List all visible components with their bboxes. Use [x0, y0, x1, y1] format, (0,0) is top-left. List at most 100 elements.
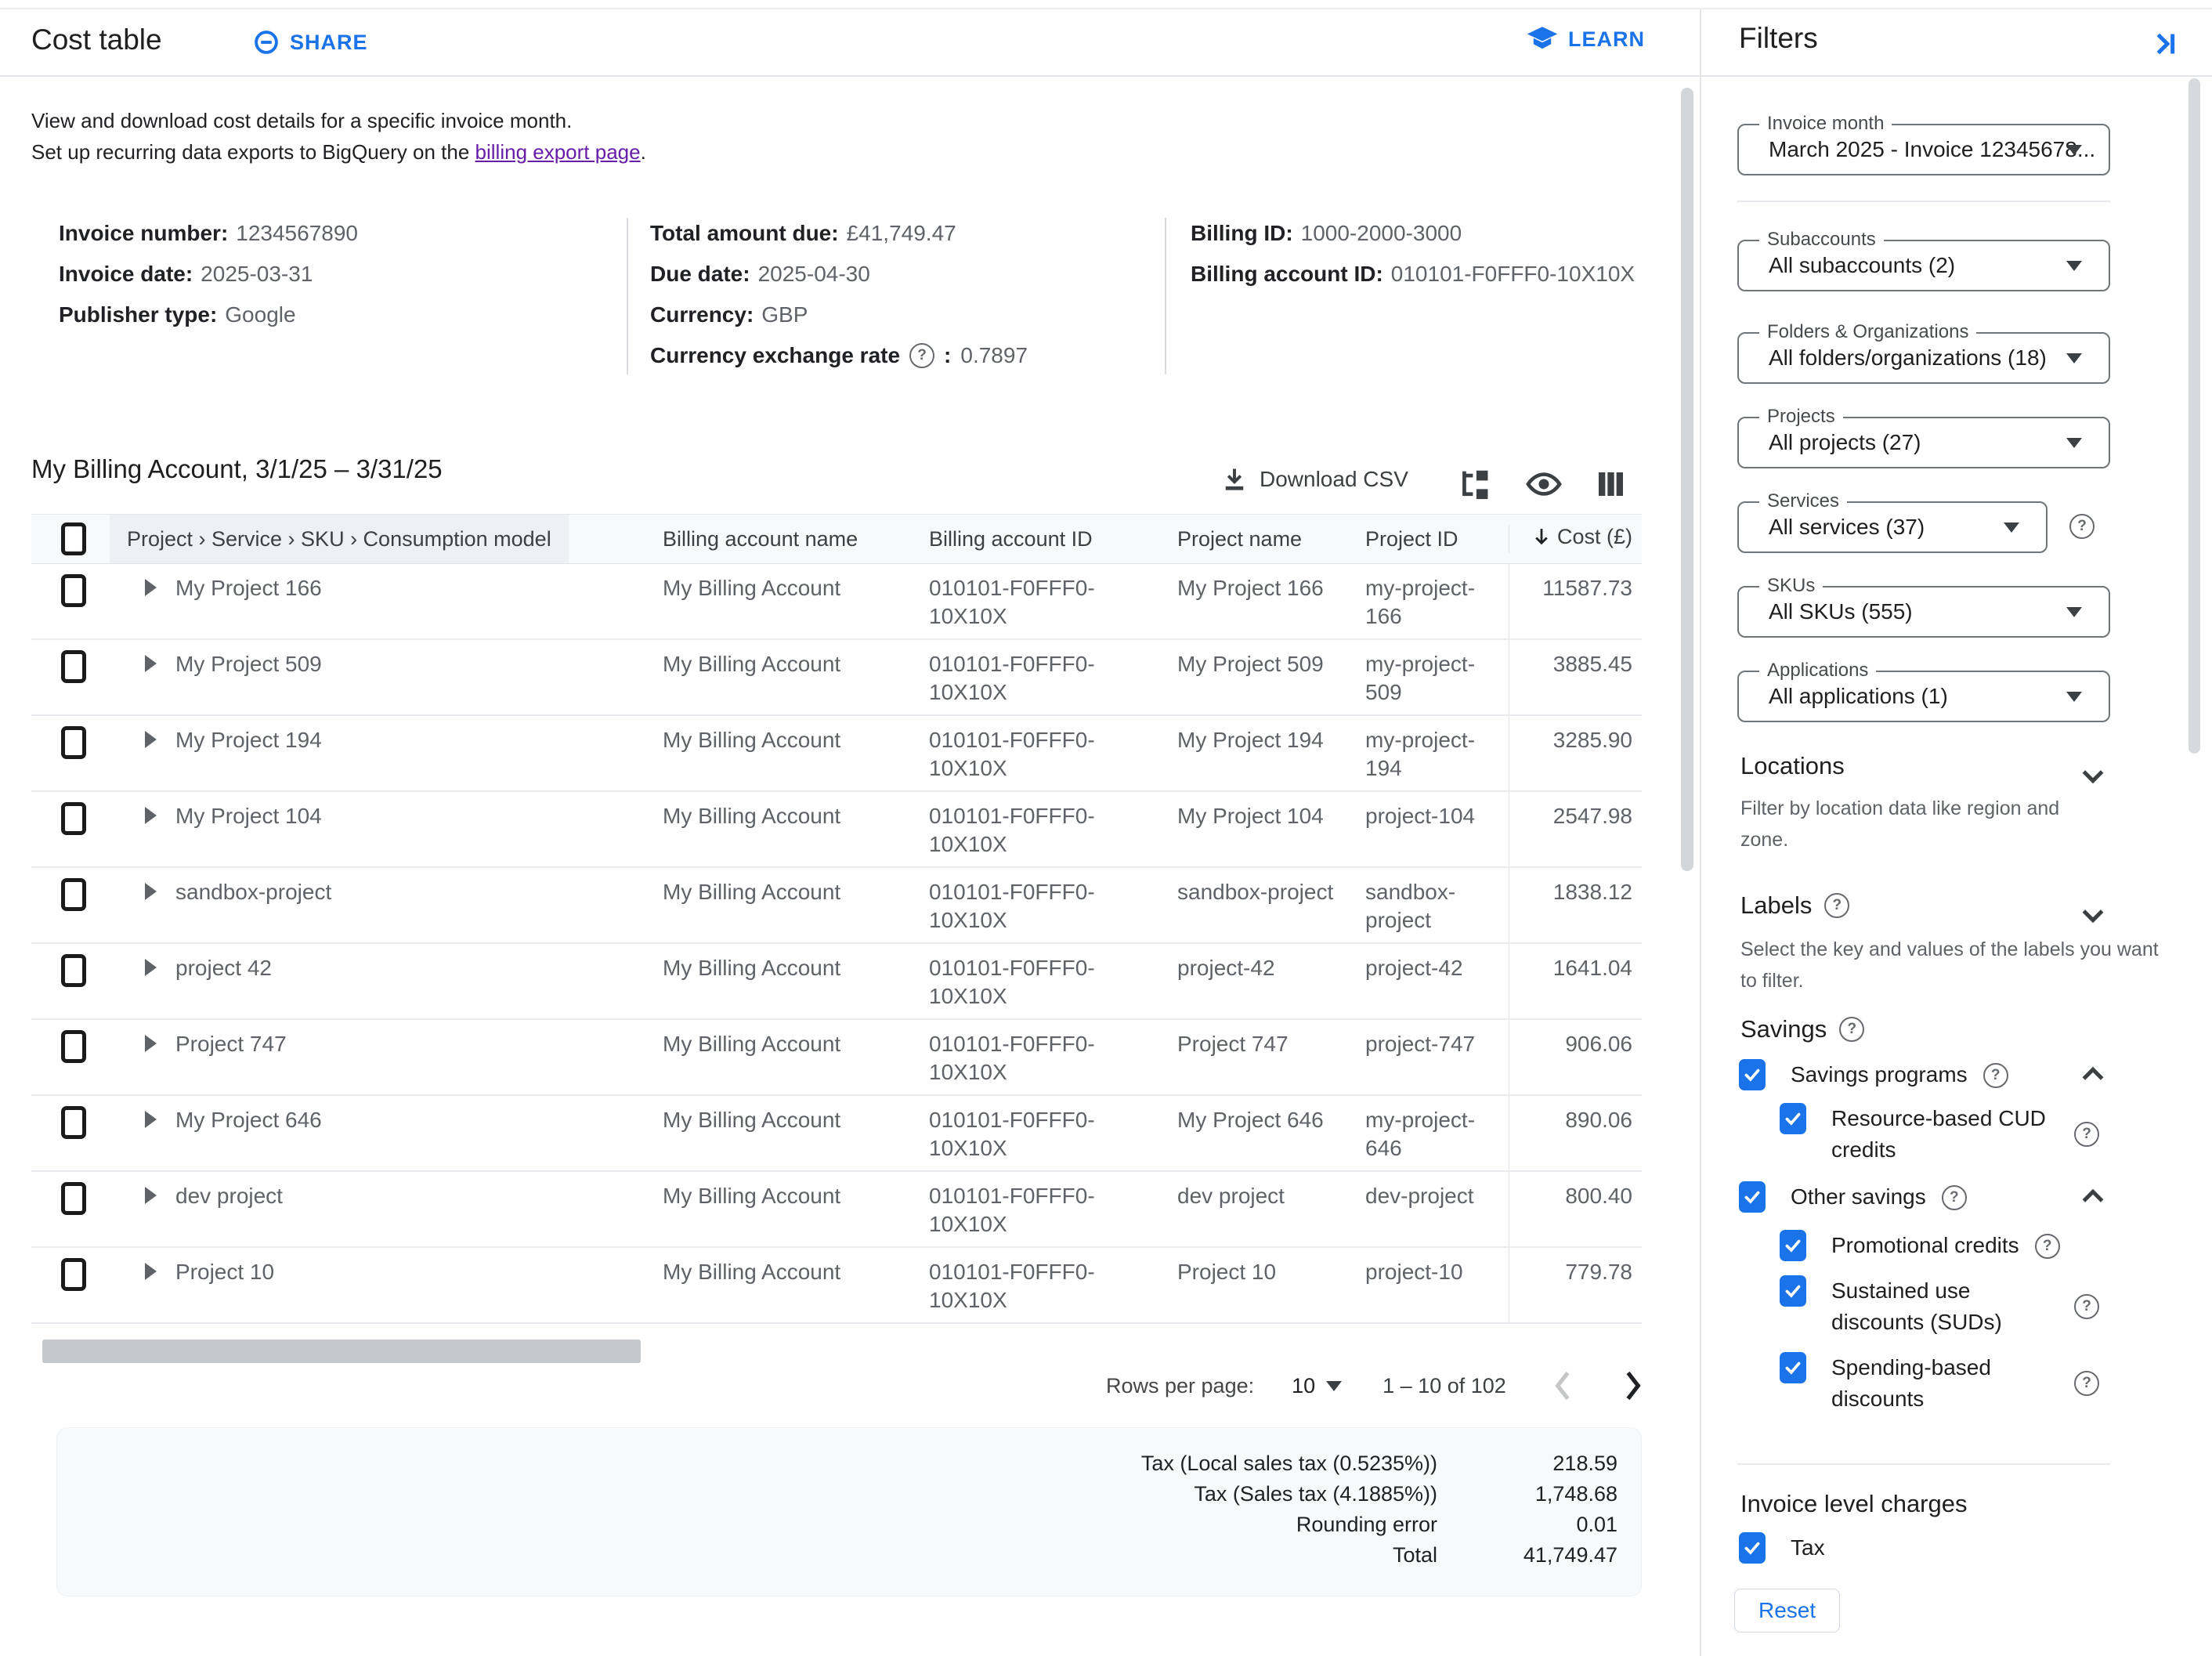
cell-billing-account-name: My Billing Account [663, 1258, 929, 1322]
chevron-up-icon[interactable] [2077, 1059, 2109, 1090]
help-icon[interactable]: ? [909, 343, 934, 368]
chevron-down-icon[interactable] [2077, 760, 2109, 791]
cell-project-group: My Project 646 [175, 1106, 322, 1134]
expand-row-icon[interactable] [145, 883, 157, 900]
share-button[interactable]: SHARE [252, 28, 368, 56]
expand-row-icon[interactable] [145, 1263, 157, 1280]
expand-row-icon[interactable] [145, 807, 157, 824]
filters-divider [1737, 1463, 2110, 1465]
cell-billing-account-name: My Billing Account [663, 878, 929, 942]
invoice-month-value: March 2025 - Invoice 12345678... [1769, 137, 2095, 162]
suds-row: Sustained use discounts (SUDs) [1780, 1275, 2066, 1338]
row-checkbox[interactable] [61, 878, 86, 911]
chevron-down-icon[interactable] [2077, 899, 2109, 931]
flatten-tree-icon[interactable] [1458, 468, 1493, 500]
column-header-project-group[interactable]: Project › Service › SKU › Consumption mo… [110, 515, 663, 563]
cell-project-id: my-project-646 [1365, 1106, 1491, 1162]
main-vertical-scrollbar[interactable] [1681, 88, 1693, 871]
cell-project-id: project-747 [1365, 1030, 1491, 1058]
applications-select[interactable]: Applications All applications (1) [1737, 671, 2110, 722]
folders-organizations-select[interactable]: Folders & Organizations All folders/orga… [1737, 332, 2110, 384]
cell-cost: 3285.90 [1509, 716, 1642, 790]
promotional-credits-checkbox[interactable] [1780, 1230, 1806, 1261]
invoice-month-select[interactable]: Invoice month March 2025 - Invoice 12345… [1737, 124, 2110, 175]
chevron-down-icon [2066, 353, 2082, 363]
row-checkbox[interactable] [61, 1030, 86, 1063]
row-checkbox[interactable] [61, 1258, 86, 1291]
expand-row-icon[interactable] [145, 1187, 157, 1204]
column-header-cost[interactable]: Cost (£) [1509, 525, 1642, 554]
services-select[interactable]: Services All services (37) [1737, 501, 2048, 553]
row-checkbox[interactable] [61, 726, 86, 759]
download-csv-button[interactable]: Download CSV [1220, 465, 1408, 494]
cell-project-name: My Project 509 [1177, 650, 1354, 678]
help-icon[interactable]: ? [1942, 1185, 1967, 1210]
column-header-project-name[interactable]: Project name [1177, 527, 1365, 551]
column-header-project-id[interactable]: Project ID [1365, 527, 1509, 551]
expand-row-icon[interactable] [145, 655, 157, 672]
tax-checkbox[interactable] [1739, 1532, 1766, 1564]
totals-value: 218.59 [1437, 1448, 1617, 1479]
column-settings-icon[interactable] [1595, 468, 1629, 500]
help-icon[interactable]: ? [2074, 1122, 2099, 1147]
help-icon[interactable]: ? [1839, 1017, 1864, 1042]
totals-value: 1,748.68 [1437, 1479, 1617, 1510]
row-checkbox[interactable] [61, 650, 86, 683]
expand-row-icon[interactable] [145, 731, 157, 748]
cell-project-name: dev project [1177, 1182, 1354, 1210]
billing-export-link[interactable]: billing export page [475, 140, 641, 164]
filters-scrollbar[interactable] [2189, 78, 2200, 754]
row-checkbox[interactable] [61, 954, 86, 987]
row-checkbox[interactable] [61, 574, 86, 607]
savings-programs-checkbox[interactable] [1739, 1059, 1766, 1090]
labels-description: Select the key and values of the labels … [1740, 934, 2179, 996]
reset-button[interactable]: Reset [1734, 1589, 1840, 1632]
expand-row-icon[interactable] [145, 959, 157, 976]
promotional-credits-row: Promotional credits ? [1780, 1230, 2060, 1261]
applications-label: Applications [1759, 660, 1876, 682]
projects-select[interactable]: Projects All projects (27) [1737, 417, 2110, 468]
help-icon[interactable]: ? [1824, 893, 1849, 918]
help-icon[interactable]: ? [1983, 1063, 2008, 1088]
suds-checkbox[interactable] [1780, 1275, 1806, 1307]
subaccounts-select[interactable]: Subaccounts All subaccounts (2) [1737, 240, 2110, 291]
cell-project-group: My Project 104 [175, 802, 322, 830]
horizontal-scrollbar[interactable] [42, 1340, 641, 1363]
cell-project-id: project-10 [1365, 1258, 1491, 1286]
spending-discounts-checkbox[interactable] [1780, 1352, 1806, 1383]
visibility-eye-icon[interactable] [1526, 468, 1560, 500]
cell-cost: 2547.98 [1509, 792, 1642, 866]
help-icon[interactable]: ? [2035, 1234, 2060, 1259]
table-row: dev project My Billing Account 010101-F0… [31, 1172, 1642, 1248]
column-header-billing-account-id[interactable]: Billing account ID [929, 527, 1177, 551]
exchange-rate-value: 0.7897 [960, 335, 1028, 376]
skus-select[interactable]: SKUs All SKUs (555) [1737, 586, 2110, 638]
expand-row-icon[interactable] [145, 1035, 157, 1052]
learn-button[interactable]: LEARN [1526, 25, 1645, 53]
help-icon[interactable]: ? [2069, 514, 2095, 539]
resource-cud-checkbox[interactable] [1780, 1103, 1806, 1134]
cell-cost: 890.06 [1509, 1096, 1642, 1170]
row-checkbox[interactable] [61, 802, 86, 835]
next-page-button[interactable] [1621, 1369, 1644, 1403]
row-checkbox[interactable] [61, 1106, 86, 1139]
expand-row-icon[interactable] [145, 579, 157, 596]
tax-label: Tax [1791, 1532, 1825, 1564]
row-checkbox[interactable] [61, 1182, 86, 1215]
help-icon[interactable]: ? [2074, 1294, 2099, 1319]
chevron-up-icon[interactable] [2077, 1181, 2109, 1213]
cell-project-group: sandbox-project [175, 878, 331, 906]
previous-page-button[interactable] [1552, 1369, 1575, 1403]
cell-cost: 11587.73 [1509, 564, 1642, 638]
skus-value: All SKUs (555) [1769, 599, 1913, 624]
column-header-billing-account-name[interactable]: Billing account name [663, 527, 929, 551]
other-savings-checkbox[interactable] [1739, 1181, 1766, 1213]
help-icon[interactable]: ? [2074, 1371, 2099, 1396]
collapse-panel-icon[interactable] [2148, 28, 2179, 60]
select-all-checkbox[interactable] [61, 522, 86, 555]
rows-per-page-select[interactable]: 10 [1292, 1374, 1342, 1398]
savings-programs-label: Savings programs [1791, 1059, 1968, 1090]
expand-row-icon[interactable] [145, 1111, 157, 1128]
info-divider-1 [627, 218, 628, 374]
cell-billing-account-id: 010101-F0FFF0-10X10X [929, 802, 1113, 859]
